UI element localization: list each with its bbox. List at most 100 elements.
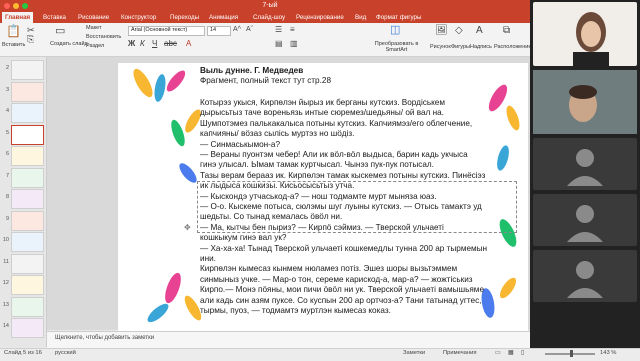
align-left-icon[interactable]: ▤ (275, 39, 283, 49)
slide-text-line[interactable]: ик лыдыса кошкизы. Кисьосысьтыз утча. (200, 181, 354, 192)
thumbnail-number: 2 (5, 65, 9, 71)
arrange-label[interactable]: Расположение (494, 44, 531, 50)
slide-thumbnail[interactable] (11, 210, 44, 231)
close-window-icon[interactable] (4, 3, 10, 9)
underline-icon[interactable]: Ч (152, 39, 157, 49)
normal-view-icon[interactable]: ▭ (495, 350, 500, 356)
picture-icon[interactable]: 🖼 (435, 26, 448, 36)
slide-text-line[interactable]: Котырэз укыся, Кирпөлэн йырыз ик берганы… (200, 98, 445, 109)
strikethrough-icon[interactable]: abc (164, 39, 177, 49)
tab-design[interactable]: Конструктор (118, 12, 159, 23)
shapes-label[interactable]: Фигуры (451, 44, 470, 50)
video-tile-participant-4[interactable] (533, 194, 637, 246)
move-handle-icon[interactable]: ✥ (184, 223, 191, 232)
reset-button[interactable]: Восстановить (86, 34, 121, 40)
textbox-label[interactable]: Надпись (470, 44, 492, 50)
tab-view[interactable]: Вид (352, 12, 369, 23)
slide-text-line[interactable]: Тазы верам берааз ик. Кирпөлэн тамак кыс… (200, 171, 485, 182)
sorter-view-icon[interactable]: ▦ (508, 350, 513, 356)
slide-thumbnail[interactable] (11, 103, 44, 123)
font-name-select[interactable]: Arial (Основной текст) (128, 26, 205, 36)
slide-text-line[interactable]: гинэ улысал. Ымам тамак куртчысал. Чынэз… (200, 160, 434, 171)
align-center-icon[interactable]: ▥ (290, 39, 298, 49)
slide-subtitle[interactable]: Фрагмент, полный текст тут стр.28 (200, 76, 331, 87)
font-color-icon[interactable]: A (186, 39, 191, 49)
paste-label[interactable]: Вставить (2, 42, 25, 48)
shapes-icon[interactable]: ◇ (455, 26, 463, 36)
tab-slideshow[interactable]: Слайд-шоу (250, 12, 288, 23)
notes-toggle-button[interactable]: Заметки (403, 350, 425, 356)
maximize-window-icon[interactable] (22, 3, 28, 9)
slide-text-line[interactable]: шедьты. Со тынад кемалась öвöл ни. (200, 212, 342, 223)
video-tile-host[interactable] (533, 2, 637, 66)
slide-thumbnail[interactable] (11, 81, 44, 102)
tab-animations[interactable]: Анимация (206, 12, 241, 23)
picture-label[interactable]: Рисунок (430, 44, 451, 50)
bold-icon[interactable]: Ж (128, 39, 135, 49)
slide-text-line[interactable]: кошкыкум гинэ вал ук? (200, 233, 286, 244)
textbox-icon[interactable]: A (476, 26, 483, 36)
italic-icon[interactable]: К (140, 39, 145, 49)
zoom-level[interactable]: 143 % (600, 350, 616, 356)
tab-draw[interactable]: Рисование (75, 12, 112, 23)
numbering-icon[interactable]: ≡ (290, 25, 295, 35)
slide-text-line[interactable]: Шумпотэмез палькакалыса потыны кутскиз. … (200, 119, 472, 130)
thumbnail-number: 4 (5, 108, 9, 114)
tab-insert[interactable]: Вставка (40, 12, 69, 23)
slide-text-line[interactable]: — Кыскондэ утчаськод-а? — нош тодмамте м… (200, 192, 437, 203)
increase-font-icon[interactable]: A^ (233, 25, 241, 35)
slide-thumbnail[interactable] (11, 318, 44, 338)
slide-text-line[interactable]: дырысьтыз таче вореньязь интые сюремез/ш… (200, 108, 444, 119)
slide-thumbnail[interactable] (11, 232, 44, 252)
arrange-icon[interactable]: ⧉ (503, 26, 510, 36)
video-tile-participant-5[interactable] (533, 250, 637, 302)
slide-text-line[interactable]: капчияны/ вöзаз сылiсь муртэз но шöдiз. (200, 129, 354, 140)
slide-text-line[interactable]: Кирпо.— Монэ пöяны, мои пичи öвöл ни ук.… (200, 285, 484, 296)
slide-text-line[interactable]: тырмы, пуоз, — тодмамтэ муртлэн кымесаз … (200, 306, 391, 317)
thumbnail-number: 13 (2, 301, 9, 308)
slide-text-line[interactable]: — Ха-ха-ха! Тынад Тверской ульчаетi кошк… (200, 244, 487, 255)
tab-review[interactable]: Рецензирование (293, 12, 347, 23)
decrease-font-icon[interactable]: Aˇ (246, 25, 253, 35)
slide-text-line[interactable]: ини. (200, 254, 216, 265)
slide-title[interactable]: Выль дунне. Г. Медведев (200, 66, 303, 77)
reading-view-icon[interactable]: ▯ (521, 350, 524, 356)
slide-thumbnail[interactable] (11, 167, 44, 188)
zoom-slider-thumb[interactable] (570, 350, 573, 357)
paste-icon[interactable]: 📋 (6, 25, 21, 37)
slide-thumbnail[interactable] (11, 296, 44, 317)
slide-thumbnail[interactable] (11, 189, 44, 209)
copy-icon[interactable]: ⎘ (27, 34, 34, 44)
slide-text-line[interactable]: — О-о. Кыскеме потыса, сюлэмы шуг луыны … (200, 202, 482, 213)
section-button[interactable]: Раздел (86, 43, 104, 49)
slide-thumbnail[interactable] (11, 275, 44, 295)
comments-toggle-button[interactable]: Примечания (443, 350, 476, 356)
slide-thumbnail[interactable] (11, 124, 44, 145)
slide-text-line[interactable]: — Вераны пуонтэм чебер! Али ик вöл-вöл в… (200, 150, 468, 161)
notes-placeholder[interactable]: Щелкните, чтобы добавить заметки (55, 335, 154, 341)
create-slide-label[interactable]: Создать слайд (50, 41, 88, 47)
video-tile-participant-2[interactable] (533, 70, 637, 134)
slide-text-line[interactable]: — Ма, кытчы бен пыриз? — Кирпö сэймиз. —… (200, 223, 444, 234)
layout-button[interactable]: Макет (86, 25, 102, 31)
convert-smartart-label[interactable]: Преобразовать в SmartArt (369, 41, 424, 53)
language-indicator[interactable]: русский (55, 350, 76, 356)
slide-thumbnail[interactable] (11, 146, 44, 166)
minimize-window-icon[interactable] (13, 3, 19, 9)
tab-transitions[interactable]: Переходы (167, 12, 202, 23)
thumbnail-number: 11 (3, 258, 9, 265)
smartart-icon[interactable]: ◫ (390, 25, 400, 36)
slide-text-line[interactable]: али кадь син азям пуксе. Со куспын 200 а… (200, 296, 481, 307)
video-tile-participant-3[interactable] (533, 138, 637, 190)
slide-text-line[interactable]: синмыныз учке. — Мар-о тон, сереме карис… (200, 275, 473, 286)
tab-shape-format[interactable]: Формат фигуры (373, 12, 424, 23)
font-size-select[interactable]: 14 (207, 26, 231, 36)
slide-thumbnail[interactable] (11, 60, 44, 80)
bullets-icon[interactable]: ☰ (275, 25, 282, 35)
tab-home[interactable]: Главная (2, 12, 34, 23)
slide-text-line[interactable]: Кирпөлэн кымесаз кынмем нюламез потiз. Э… (200, 264, 457, 275)
document-title: 7-ый (262, 2, 278, 9)
slide-thumbnail[interactable] (11, 253, 44, 274)
slide-text-line[interactable]: — Синмаськымон-а? (200, 140, 280, 151)
new-slide-icon[interactable]: ▭ (55, 26, 65, 37)
